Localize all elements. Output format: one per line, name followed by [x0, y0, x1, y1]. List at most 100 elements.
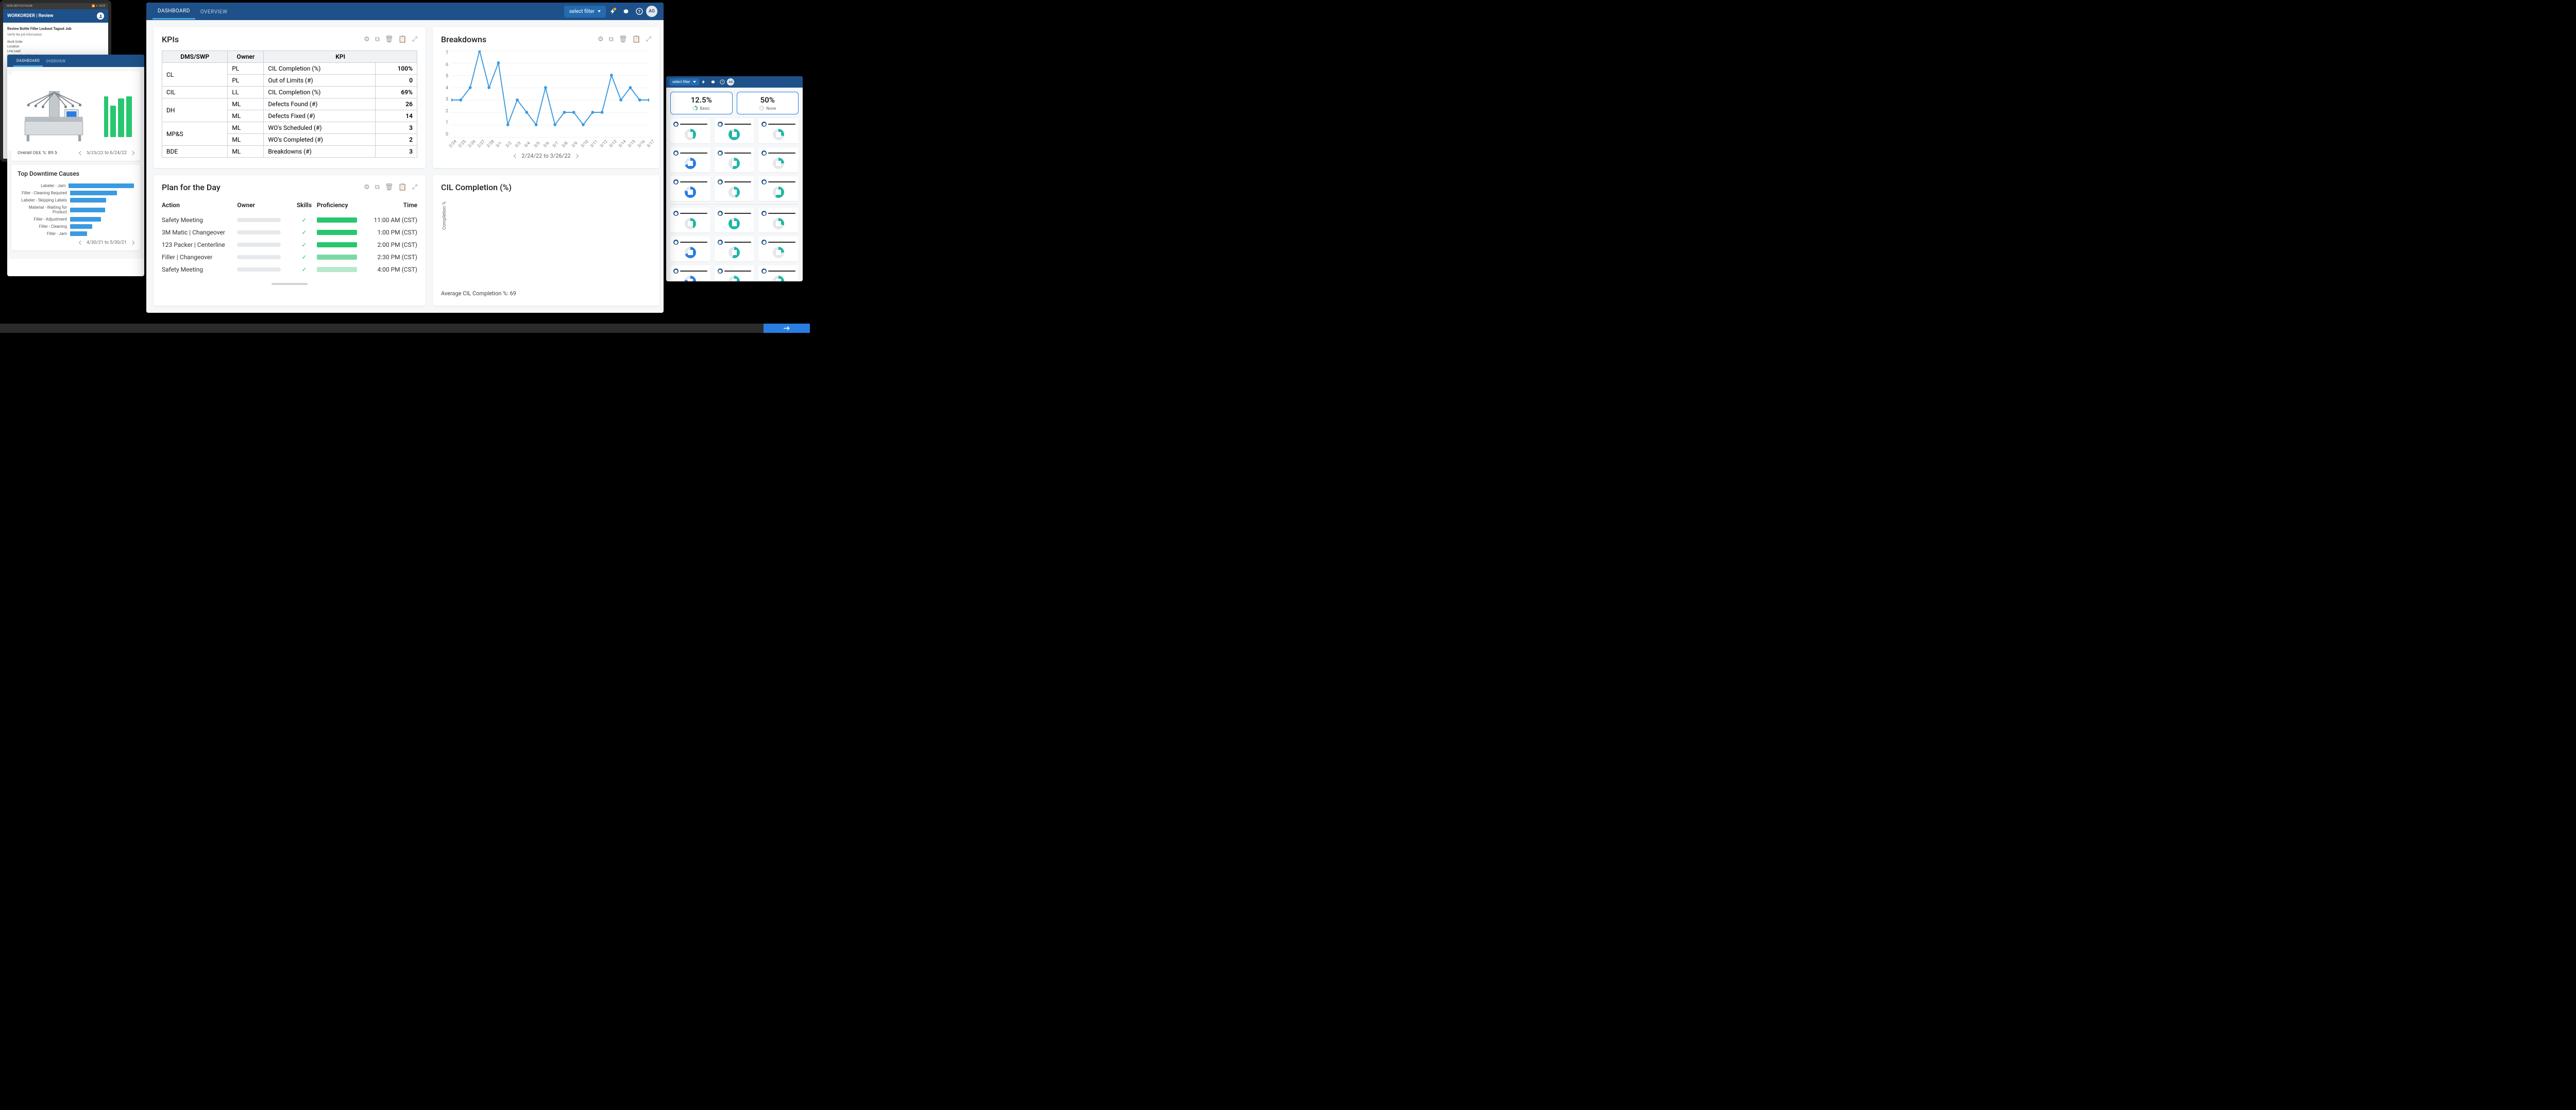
skill-card[interactable]: ⬤ — [670, 176, 710, 201]
plan-row[interactable]: Safety Meeting✓11:00 AM (CST) — [162, 214, 417, 226]
plan-row[interactable]: Safety Meeting✓4:00 PM (CST) — [162, 263, 417, 276]
date-range: 4/30/21 to 5/30/21 — [87, 240, 127, 245]
tab-overview[interactable]: OVERVIEW — [195, 4, 233, 19]
bar — [126, 96, 132, 137]
stat-card[interactable]: 50%None — [737, 92, 799, 114]
donut-icon — [692, 106, 698, 111]
date-nav[interactable]: 5/25/22 to 6/24/22 — [79, 150, 134, 156]
donut-icon — [773, 187, 784, 198]
label: Labeler - Skipping Labels — [18, 198, 67, 203]
gear-icon[interactable]: ⚙ — [364, 183, 370, 191]
avatar[interactable]: AG — [727, 78, 734, 86]
trash-icon[interactable]: 🗑 — [385, 183, 394, 191]
skill-grid: ⬤⬤⬤⬤⬤⬤⬤⬤⬤ — [670, 119, 799, 201]
plan-time: 11:00 AM (CST) — [367, 216, 417, 224]
plan-action: 123 Packer | Centerline — [162, 241, 237, 248]
stat-label: Basic — [700, 106, 710, 111]
workorder-title: Review Bottle Filler Lockout Tagout Job — [7, 27, 104, 31]
date-nav[interactable]: 4/30/21 to 5/30/21 — [79, 240, 134, 245]
card-tools: ⚙ ⧉ 🗑 📋 ⤢ — [364, 36, 417, 43]
copy-icon[interactable]: ⧉ — [375, 183, 380, 191]
gear-icon[interactable] — [619, 5, 633, 18]
plan-row[interactable]: 123 Packer | Centerline✓2:00 PM (CST) — [162, 239, 417, 251]
skill-card[interactable]: ⬤ — [758, 237, 799, 261]
owner-placeholder — [237, 243, 281, 247]
plan-row[interactable]: Filler | Changeover✓2:30 PM (CST) — [162, 251, 417, 263]
card-tools: ⚙ ⧉ 🗑 📋 ⤢ — [598, 36, 651, 43]
clipboard-icon[interactable]: 📋 — [398, 183, 406, 191]
skill-card[interactable]: ⬤ — [758, 119, 799, 143]
select-filter-button[interactable]: select filter — [564, 6, 606, 18]
stat-card[interactable]: 12.5%Basic — [670, 92, 733, 114]
donut-icon — [773, 247, 784, 258]
donut-icon — [773, 129, 784, 140]
skill-check-icon: ✓ — [292, 241, 317, 248]
plan-action: Safety Meeting — [162, 266, 237, 273]
workorder-header: WORKORDER | Review — [3, 9, 108, 23]
skill-card[interactable]: ⬤ — [715, 265, 755, 281]
tab-overview[interactable]: OVERVIEW — [43, 56, 69, 66]
clipboard-icon[interactable]: 📋 — [632, 36, 640, 43]
label: Material - Waiting for Product — [18, 205, 67, 214]
skill-card[interactable]: ⬤ — [670, 265, 710, 281]
owner-placeholder — [237, 230, 281, 234]
card-tools: ⚙ ⧉ 🗑 📋 ⤢ — [364, 183, 417, 191]
donut-icon — [773, 276, 784, 281]
topbar: DASHBOARD OVERVIEW — [7, 55, 144, 67]
badge-icon: ⬤ — [761, 122, 767, 127]
card-breakdowns: Breakdowns ⚙⧉🗑📋⤢ 76543210 2/242/252/262/… — [433, 27, 659, 168]
select-filter-button[interactable]: select filter — [669, 78, 699, 86]
skill-card[interactable]: ⬤ — [758, 176, 799, 201]
skill-card[interactable]: ⬤ — [670, 147, 710, 172]
expand-icon[interactable]: ⤢ — [646, 36, 651, 43]
skill-card[interactable]: ⬤ — [715, 119, 755, 143]
downtime-row: Labeler - Jam — [18, 183, 134, 188]
next-button[interactable] — [764, 324, 810, 333]
date-range: 2/24/22 to 3/26/22 — [521, 153, 570, 159]
caret-down-icon — [693, 81, 696, 83]
badge-icon: ⬤ — [673, 211, 679, 216]
downtime-row: Filler - Cleaning Required — [18, 191, 134, 195]
workorder-field: Location — [7, 44, 104, 49]
label: Filler - Jam — [18, 231, 67, 236]
copy-icon[interactable]: ⧉ — [375, 36, 380, 43]
scroll-indicator[interactable] — [272, 283, 308, 285]
user-icon[interactable] — [97, 12, 104, 20]
trash-icon[interactable]: 🗑 — [385, 36, 394, 43]
skill-card[interactable]: ⬤ — [715, 237, 755, 261]
help-icon[interactable]: ? — [718, 77, 727, 87]
copy-icon[interactable]: ⧉ — [609, 36, 614, 43]
tab-dashboard[interactable]: DASHBOARD — [152, 3, 195, 20]
trash-icon[interactable]: 🗑 — [619, 36, 628, 43]
gear-icon[interactable] — [708, 77, 718, 87]
gear-icon[interactable]: ⚙ — [598, 36, 604, 43]
avatar[interactable]: AG — [646, 6, 657, 17]
help-icon[interactable]: ? — [633, 5, 646, 18]
skill-card[interactable]: ⬤ — [715, 176, 755, 201]
expand-icon[interactable]: ⤢ — [412, 183, 417, 191]
gear-icon[interactable]: ⚙ — [364, 36, 370, 43]
date-nav[interactable]: 2/24/22 to 3/26/22 — [514, 153, 578, 159]
plan-action: Safety Meeting — [162, 216, 237, 224]
bolt-icon[interactable] — [699, 77, 708, 87]
skill-card[interactable]: ⬤ — [715, 147, 755, 172]
tablet-mockup: 10:09 | BOTTLE FILLER 📶 ᯤ 10:29 WORKORDE… — [0, 0, 111, 162]
clipboard-icon[interactable]: 📋 — [398, 36, 406, 43]
plan-row[interactable]: 3M Matic | Changeover✓1:00 PM (CST) — [162, 226, 417, 239]
skill-card[interactable]: ⬤ — [758, 147, 799, 172]
expand-icon[interactable]: ⤢ — [412, 36, 417, 43]
workorder-field: Line Lead — [7, 49, 104, 54]
skill-card[interactable]: ⬤ — [670, 208, 710, 232]
tab-dashboard[interactable]: DASHBOARD — [13, 55, 43, 67]
skill-card[interactable]: ⬤ — [758, 208, 799, 232]
workorder-body: Review Bottle Filler Lockout Tagout Job … — [3, 23, 108, 155]
hbar — [69, 183, 134, 188]
skill-card[interactable]: ⬤ — [670, 119, 710, 143]
skill-card[interactable]: ⬤ — [670, 237, 710, 261]
bolt-icon[interactable] — [606, 5, 619, 18]
skill-card[interactable]: ⬤ — [758, 265, 799, 281]
donut-icon — [685, 129, 696, 140]
badge-icon: ⬤ — [673, 122, 679, 127]
label: Filler - Adjustment — [18, 217, 67, 222]
skill-card[interactable]: ⬤ — [715, 208, 755, 232]
